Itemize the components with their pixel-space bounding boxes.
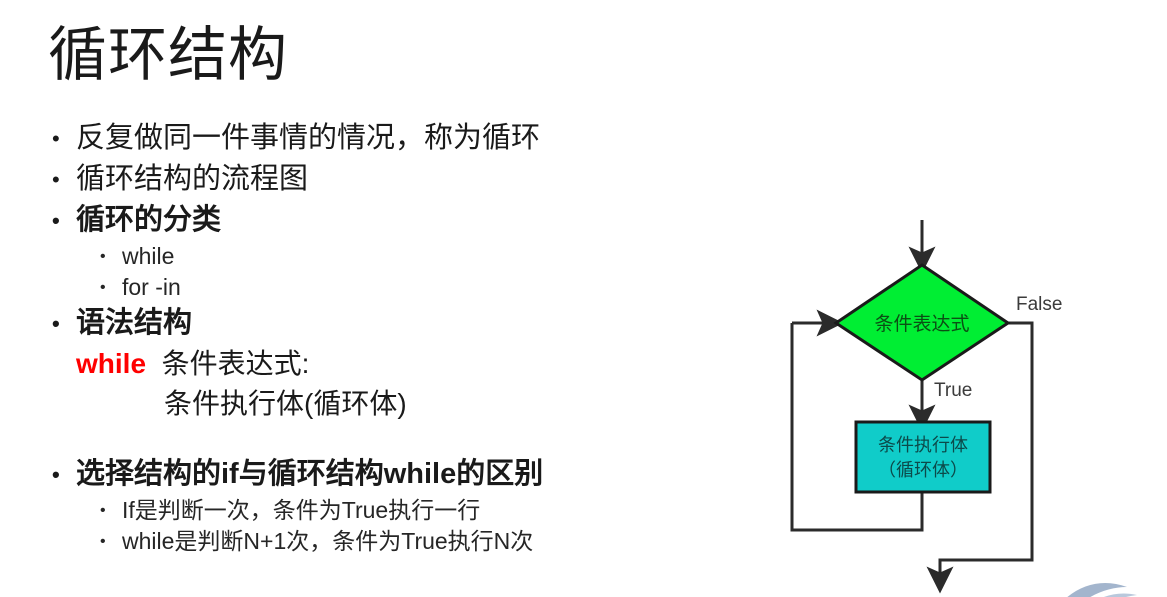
syntax-condition: 条件表达式: [161,348,310,379]
slide-canvas: 循环结构 • 反复做同一件事情的情况，称为循环 • 循环结构的流程图 • 循环的… [0,0,1167,597]
syntax-while-line: while 条件表达式: [46,344,706,384]
bullet-marker: • [100,502,106,519]
sub-bullet-text: while [122,243,175,269]
syntax-body-line: 条件执行体(循环体) [46,384,706,424]
bullet-marker: • [52,167,60,192]
bullet-marker: • [100,248,106,265]
sub-bullet-text: for -in [122,274,181,300]
syntax-keyword-while: while [76,348,147,379]
process-label-line1: 条件执行体 [878,435,968,455]
bullet-marker: • [52,311,60,336]
comparison-heading: • 选择结构的if与循环结构while的区别 [46,454,706,495]
bullet-item-1: • 反复做同一件事情的情况，称为循环 [46,118,706,159]
comparison-item-text: If是判断一次，条件为True执行一行 [122,497,481,523]
process-box [854,420,992,494]
bullet-item-2: • 循环结构的流程图 [46,159,706,200]
bullet-text: 循环的分类 [76,204,222,236]
syntax-body-text: 条件执行体(循环体) [164,388,407,419]
comparison-heading-text: 选择结构的if与循环结构while的区别 [76,458,544,490]
comparison-item-if: • If是判断一次，条件为True执行一行 [46,495,706,526]
decision-label: 条件表达式 [874,313,969,335]
bullet-text: 循环结构的流程图 [76,163,309,195]
slide-body: • 反复做同一件事情的情况，称为循环 • 循环结构的流程图 • 循环的分类 • … [46,118,706,557]
bullet-marker: • [100,279,106,296]
bullet-marker: • [52,462,60,487]
bullet-marker: • [100,533,106,550]
false-branch-label: False [1016,294,1062,315]
bullet-item-3: • 循环的分类 [46,200,706,241]
sub-bullet-for-in: • for -in [46,272,706,303]
true-branch-label: True [934,380,972,401]
bullet-text: 反复做同一件事情的情况，称为循环 [76,122,541,154]
bullet-text: 语法结构 [76,307,193,339]
comparison-item-text: while是判断N+1次，条件为True执行N次 [122,528,534,554]
bullet-item-syntax-heading: • 语法结构 [46,303,706,344]
page-title: 循环结构 [48,22,289,88]
sub-bullet-while: • while [46,241,706,272]
process-label-line2: （循环体） [878,460,968,480]
bullet-marker: • [52,126,60,151]
bullet-marker: • [52,208,60,233]
flowchart: 条件表达式 条件执行体 （循环体） False True [760,200,1167,597]
comparison-item-while: • while是判断N+1次，条件为True执行N次 [46,526,706,557]
